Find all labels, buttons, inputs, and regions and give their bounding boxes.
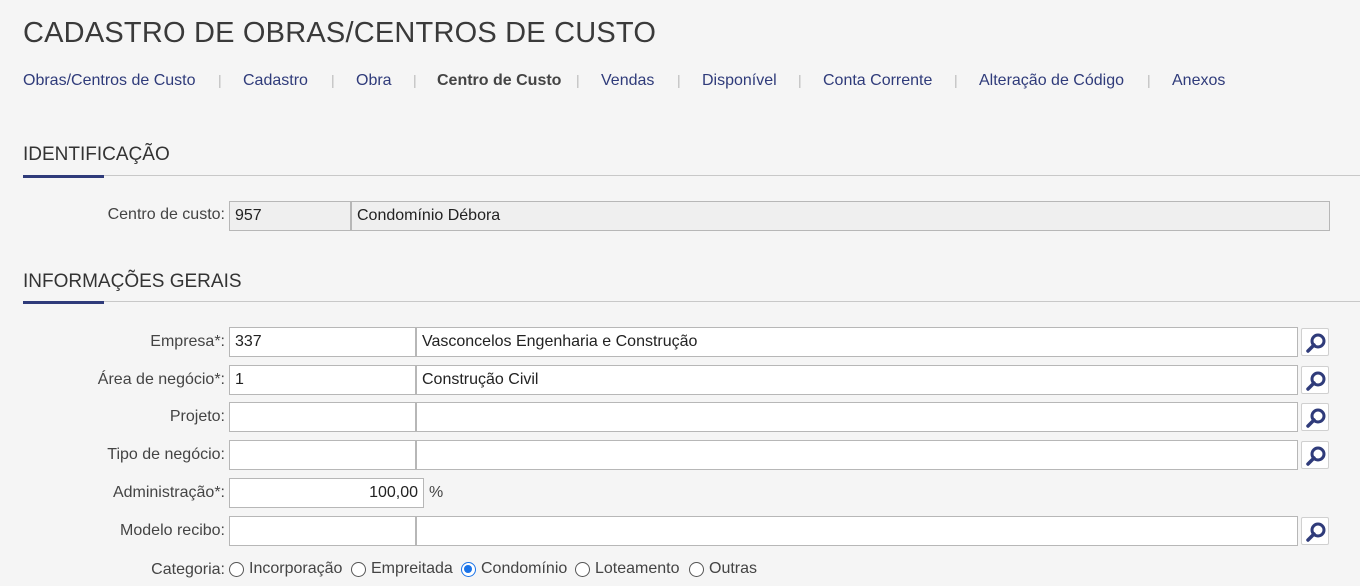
centro-custo-name-field: Condomínio Débora (351, 201, 1330, 231)
radio-label: Incorporação (249, 560, 343, 577)
empresa-code-field[interactable]: 337 (229, 327, 416, 357)
categoria-label: Categoria: (151, 561, 225, 578)
modelo-recibo-label: Modelo recibo: (120, 522, 225, 539)
radio-circle[interactable] (229, 561, 244, 577)
nav-separator: | (218, 72, 222, 88)
radio-label: Condomínio (481, 560, 568, 577)
nav-cadastro[interactable]: Cadastro (243, 72, 308, 90)
search-icon (1306, 371, 1326, 391)
nav-obra[interactable]: Obra (356, 72, 392, 90)
radio-circle[interactable] (689, 561, 704, 577)
section-divider (23, 301, 1360, 302)
administracao-field[interactable]: 100,00 (229, 478, 424, 508)
nav-disponivel[interactable]: Disponível (702, 72, 777, 90)
centro-custo-code-field: 957 (229, 201, 351, 231)
section-accent-bar (23, 301, 104, 304)
radio-outras[interactable]: Outras (689, 560, 757, 578)
section-accent-bar (23, 175, 104, 178)
nav-separator: | (331, 72, 335, 88)
nav-separator: | (798, 72, 802, 88)
radio-label: Empreitada (371, 560, 453, 577)
nav-separator: | (1147, 72, 1151, 88)
nav-centro-de-custo[interactable]: Centro de Custo (437, 72, 561, 90)
modelo-recibo-name-field[interactable] (416, 516, 1298, 546)
radio-circle[interactable] (351, 561, 366, 577)
modelo-recibo-lookup-button[interactable] (1301, 517, 1329, 545)
section-title-identificacao: IDENTIFICAÇÃO (23, 144, 170, 165)
area-negocio-label: Área de negócio*: (97, 371, 225, 388)
section-divider (23, 175, 1360, 176)
centro-custo-label: Centro de custo: (107, 206, 225, 223)
nav-separator: | (954, 72, 958, 88)
projeto-name-field[interactable] (416, 402, 1298, 432)
nav-anexos[interactable]: Anexos (1172, 72, 1225, 90)
radio-loteamento[interactable]: Loteamento (575, 560, 680, 578)
nav-separator: | (576, 72, 580, 88)
radio-circle-selected[interactable] (461, 561, 476, 577)
radio-condominio[interactable]: Condomínio (461, 560, 567, 578)
radio-label: Outras (709, 560, 758, 577)
search-icon (1306, 408, 1326, 428)
projeto-label: Projeto: (169, 408, 225, 425)
search-icon (1306, 333, 1326, 353)
radio-circle[interactable] (575, 561, 590, 577)
empresa-lookup-button[interactable] (1301, 328, 1329, 356)
administracao-label: Administração*: (112, 484, 225, 501)
empresa-label: Empresa*: (150, 333, 225, 350)
nav-conta-corrente[interactable]: Conta Corrente (823, 72, 932, 90)
radio-incorporacao[interactable]: Incorporação (229, 560, 342, 578)
search-icon (1306, 522, 1326, 542)
page-title: CADASTRO DE OBRAS/CENTROS DE CUSTO (23, 17, 657, 49)
nav-obras-centros-de-custo[interactable]: Obras/Centros de Custo (23, 72, 196, 90)
area-negocio-name-field[interactable]: Construção Civil (416, 365, 1298, 395)
tipo-negocio-name-field[interactable] (416, 440, 1298, 470)
nav-vendas[interactable]: Vendas (601, 72, 654, 90)
area-negocio-lookup-button[interactable] (1301, 366, 1329, 394)
nav-separator: | (413, 72, 417, 88)
projeto-code-field[interactable] (229, 402, 416, 432)
radio-empreitada[interactable]: Empreitada (351, 560, 453, 578)
tipo-negocio-code-field[interactable] (229, 440, 416, 470)
area-negocio-code-field[interactable]: 1 (229, 365, 416, 395)
search-icon (1306, 446, 1326, 466)
section-title-informacoes-gerais: INFORMAÇÕES GERAIS (23, 271, 242, 292)
empresa-name-field[interactable]: Vasconcelos Engenharia e Construção (416, 327, 1298, 357)
nav-separator: | (677, 72, 681, 88)
nav-alteracao-de-codigo[interactable]: Alteração de Código (979, 72, 1124, 90)
projeto-lookup-button[interactable] (1301, 403, 1329, 431)
radio-label: Loteamento (595, 560, 680, 577)
tipo-negocio-label: Tipo de negócio: (107, 446, 225, 463)
modelo-recibo-code-field[interactable] (229, 516, 416, 546)
tipo-negocio-lookup-button[interactable] (1301, 441, 1329, 469)
percent-unit: % (429, 484, 444, 501)
